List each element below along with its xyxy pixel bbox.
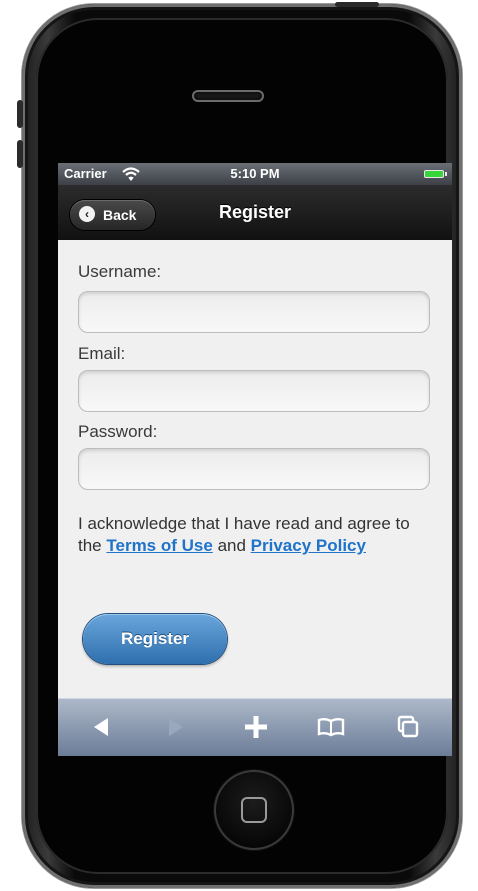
terms-acknowledgement: I acknowledge that I have read and agree…	[78, 513, 432, 557]
email-input[interactable]	[78, 370, 430, 412]
forward-arrow-icon[interactable]	[161, 712, 191, 742]
add-icon[interactable]	[241, 712, 271, 742]
battery-icon	[424, 170, 447, 178]
browser-toolbar	[58, 698, 452, 756]
register-button[interactable]: Register	[83, 614, 227, 664]
username-label: Username:	[78, 262, 162, 281]
volume-up-button	[17, 100, 23, 128]
screen: Carrier 5:10 PM ‹ Back Register Username…	[58, 163, 452, 756]
privacy-policy-link[interactable]: Privacy Policy	[251, 536, 366, 555]
pages-icon[interactable]	[393, 712, 423, 742]
home-square-icon	[241, 797, 267, 823]
status-bar: Carrier 5:10 PM	[58, 163, 452, 185]
page-title: Register	[218, 202, 292, 222]
back-arrow-icon[interactable]	[86, 712, 116, 742]
ack-and-text: and	[217, 536, 246, 555]
sleep-button	[335, 2, 379, 7]
terms-of-use-link[interactable]: Terms of Use	[106, 536, 212, 555]
navigation-bar: ‹ Back Register	[58, 185, 452, 240]
status-time: 5:10 PM	[230, 166, 280, 181]
earpiece-speaker	[192, 90, 264, 102]
password-label: Password:	[78, 422, 158, 441]
username-input[interactable]	[78, 291, 430, 333]
email-label: Email:	[78, 344, 126, 363]
volume-down-button	[17, 140, 23, 168]
bookmarks-icon[interactable]	[316, 712, 346, 742]
password-input[interactable]	[78, 448, 430, 490]
